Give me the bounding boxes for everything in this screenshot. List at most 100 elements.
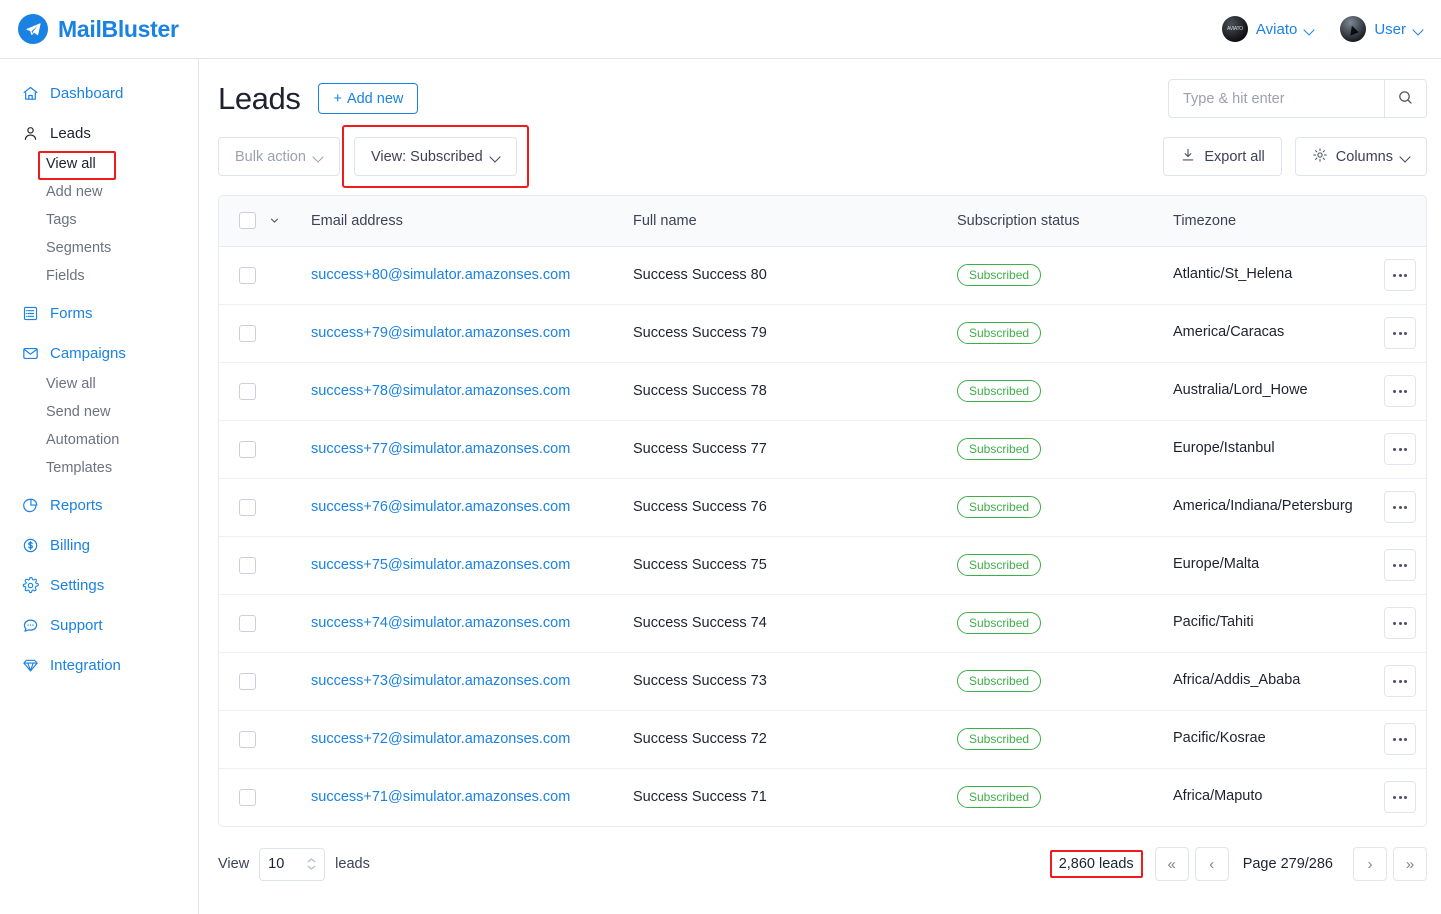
status-badge: Subscribed xyxy=(957,438,1042,460)
columns-dropdown[interactable]: Columns xyxy=(1294,137,1427,176)
user-menu[interactable]: User xyxy=(1340,16,1423,42)
sidebar-item-campaigns-automation[interactable]: Automation xyxy=(0,426,198,454)
sidebar-item-leads-tags[interactable]: Tags xyxy=(0,206,198,234)
lead-email-link[interactable]: success+77@simulator.amazonses.com xyxy=(311,441,570,457)
page-indicator: Page 279/286 xyxy=(1242,856,1333,872)
sidebar-item-leads-fields[interactable]: Fields xyxy=(0,262,198,290)
row-checkbox[interactable] xyxy=(239,672,256,690)
table-row: success+75@simulator.amazonses.com Succes… xyxy=(219,536,1426,595)
lead-email-link[interactable]: success+75@simulator.amazonses.com xyxy=(311,557,570,573)
row-actions-button[interactable] xyxy=(1384,433,1416,465)
cell-email: success+71@simulator.amazonses.com xyxy=(301,768,623,826)
cell-actions xyxy=(1364,652,1426,711)
row-actions-button[interactable] xyxy=(1384,781,1416,814)
cell-actions xyxy=(1364,362,1426,421)
row-actions-button[interactable] xyxy=(1384,317,1416,349)
lead-email-link[interactable]: success+76@simulator.amazonses.com xyxy=(311,499,570,515)
sidebar-item-integration[interactable]: Integration xyxy=(0,649,198,682)
cell-email: success+78@simulator.amazonses.com xyxy=(301,362,623,421)
sidebar-item-leads-view-all[interactable]: View all xyxy=(0,150,198,180)
lead-email-link[interactable]: success+80@simulator.amazonses.com xyxy=(311,267,570,283)
row-actions-button[interactable] xyxy=(1384,607,1416,639)
lead-email-link[interactable]: success+74@simulator.amazonses.com xyxy=(311,615,570,631)
row-actions-button[interactable] xyxy=(1384,375,1416,407)
cell-email: success+74@simulator.amazonses.com xyxy=(301,594,623,653)
cell-subscription-status: Subscribed xyxy=(947,478,1163,537)
column-header-email[interactable]: Email address xyxy=(301,196,623,247)
next-page-button[interactable]: › xyxy=(1353,847,1387,881)
cell-timezone: Africa/Maputo xyxy=(1173,788,1263,805)
lead-email-link[interactable]: success+71@simulator.amazonses.com xyxy=(311,789,570,805)
sidebar-item-campaigns-templates[interactable]: Templates xyxy=(0,454,198,482)
column-header-timezone[interactable]: Timezone xyxy=(1163,196,1364,247)
first-page-button[interactable]: « xyxy=(1154,847,1189,881)
row-actions-button[interactable] xyxy=(1384,491,1416,523)
row-actions-button[interactable] xyxy=(1384,549,1416,581)
leads-unit-label: leads xyxy=(335,856,370,872)
search-input[interactable] xyxy=(1169,80,1384,117)
sidebar-item-billing[interactable]: Billing xyxy=(0,529,198,562)
row-actions-button[interactable] xyxy=(1384,259,1416,291)
view-filter-dropdown[interactable]: View: Subscribed xyxy=(353,137,517,176)
cell-timezone: Europe/Malta xyxy=(1163,536,1364,595)
top-bar: MailBluster AVIATO Aviato User xyxy=(0,0,1441,59)
row-checkbox[interactable] xyxy=(239,498,256,516)
status-badge: Subscribed xyxy=(957,786,1042,809)
row-actions-button[interactable] xyxy=(1384,723,1416,755)
cell-fullname: Success Success 76 xyxy=(623,478,947,537)
search-button[interactable] xyxy=(1384,80,1426,117)
row-select-cell xyxy=(219,652,301,711)
previous-page-button[interactable]: ‹ xyxy=(1194,847,1229,881)
cell-timezone: America/Caracas xyxy=(1163,304,1364,363)
sidebar-item-leads[interactable]: Leads xyxy=(0,117,198,150)
column-header-fullname[interactable]: Full name xyxy=(623,196,947,247)
sidebar-item-leads-add-new[interactable]: Add new xyxy=(0,178,198,206)
sidebar-item-support[interactable]: Support xyxy=(0,609,198,642)
person-icon xyxy=(22,125,39,142)
row-checkbox[interactable] xyxy=(239,730,256,748)
lead-email-link[interactable]: success+78@simulator.amazonses.com xyxy=(311,383,570,399)
sidebar-item-campaigns-send-new[interactable]: Send new xyxy=(0,398,198,426)
row-actions-button[interactable] xyxy=(1384,665,1416,697)
sidebar-item-dashboard[interactable]: Dashboard xyxy=(0,77,198,110)
app-shell: Dashboard Leads View all Add new Tags Se… xyxy=(0,59,1441,914)
row-checkbox[interactable] xyxy=(239,382,256,400)
leads-table-card: Email address Full name Subscription sta… xyxy=(218,195,1427,827)
brand-logo-area[interactable]: MailBluster xyxy=(18,14,179,44)
status-badge: Subscribed xyxy=(957,380,1042,402)
workspace-switcher[interactable]: AVIATO Aviato xyxy=(1221,16,1314,42)
cell-actions xyxy=(1364,304,1426,363)
row-checkbox[interactable] xyxy=(239,324,256,342)
sidebar-subitem-label: Fields xyxy=(46,268,85,284)
column-header-subscription-status[interactable]: Subscription status xyxy=(947,196,1163,247)
page-size-stepper[interactable]: 10 xyxy=(259,847,326,881)
add-new-button[interactable]: + Add new xyxy=(318,83,419,114)
sidebar-item-forms[interactable]: Forms xyxy=(0,297,198,330)
sidebar-subitem-label: Send new xyxy=(46,404,111,420)
lead-email-link[interactable]: success+79@simulator.amazonses.com xyxy=(311,325,570,341)
cell-fullname: Success Success 79 xyxy=(623,304,947,363)
lead-email-link[interactable]: success+72@simulator.amazonses.com xyxy=(311,731,570,747)
sidebar-item-settings[interactable]: Settings xyxy=(0,569,198,602)
chevron-down-icon[interactable] xyxy=(269,215,280,226)
sidebar-item-leads-segments[interactable]: Segments xyxy=(0,234,198,262)
row-select-cell xyxy=(219,478,301,537)
sidebar-item-campaigns-view-all[interactable]: View all xyxy=(0,370,198,398)
select-all-header xyxy=(219,196,301,247)
row-checkbox[interactable] xyxy=(239,556,256,574)
lead-email-link[interactable]: success+73@simulator.amazonses.com xyxy=(311,673,570,689)
sidebar-item-label: Dashboard xyxy=(50,85,124,102)
last-page-button[interactable]: » xyxy=(1393,847,1427,881)
export-all-button[interactable]: Export all xyxy=(1163,137,1282,176)
status-badge: Subscribed xyxy=(957,612,1042,634)
sidebar-item-campaigns[interactable]: Campaigns xyxy=(0,337,198,370)
row-checkbox[interactable] xyxy=(239,614,256,632)
bulk-action-dropdown[interactable]: Bulk action xyxy=(218,137,340,176)
row-checkbox[interactable] xyxy=(239,788,256,806)
select-all-checkbox[interactable] xyxy=(239,212,256,230)
cell-subscription-status: Subscribed xyxy=(947,536,1163,595)
cell-email: success+77@simulator.amazonses.com xyxy=(301,420,623,479)
row-checkbox[interactable] xyxy=(239,440,256,458)
row-checkbox[interactable] xyxy=(239,266,256,284)
sidebar-item-reports[interactable]: Reports xyxy=(0,489,198,522)
